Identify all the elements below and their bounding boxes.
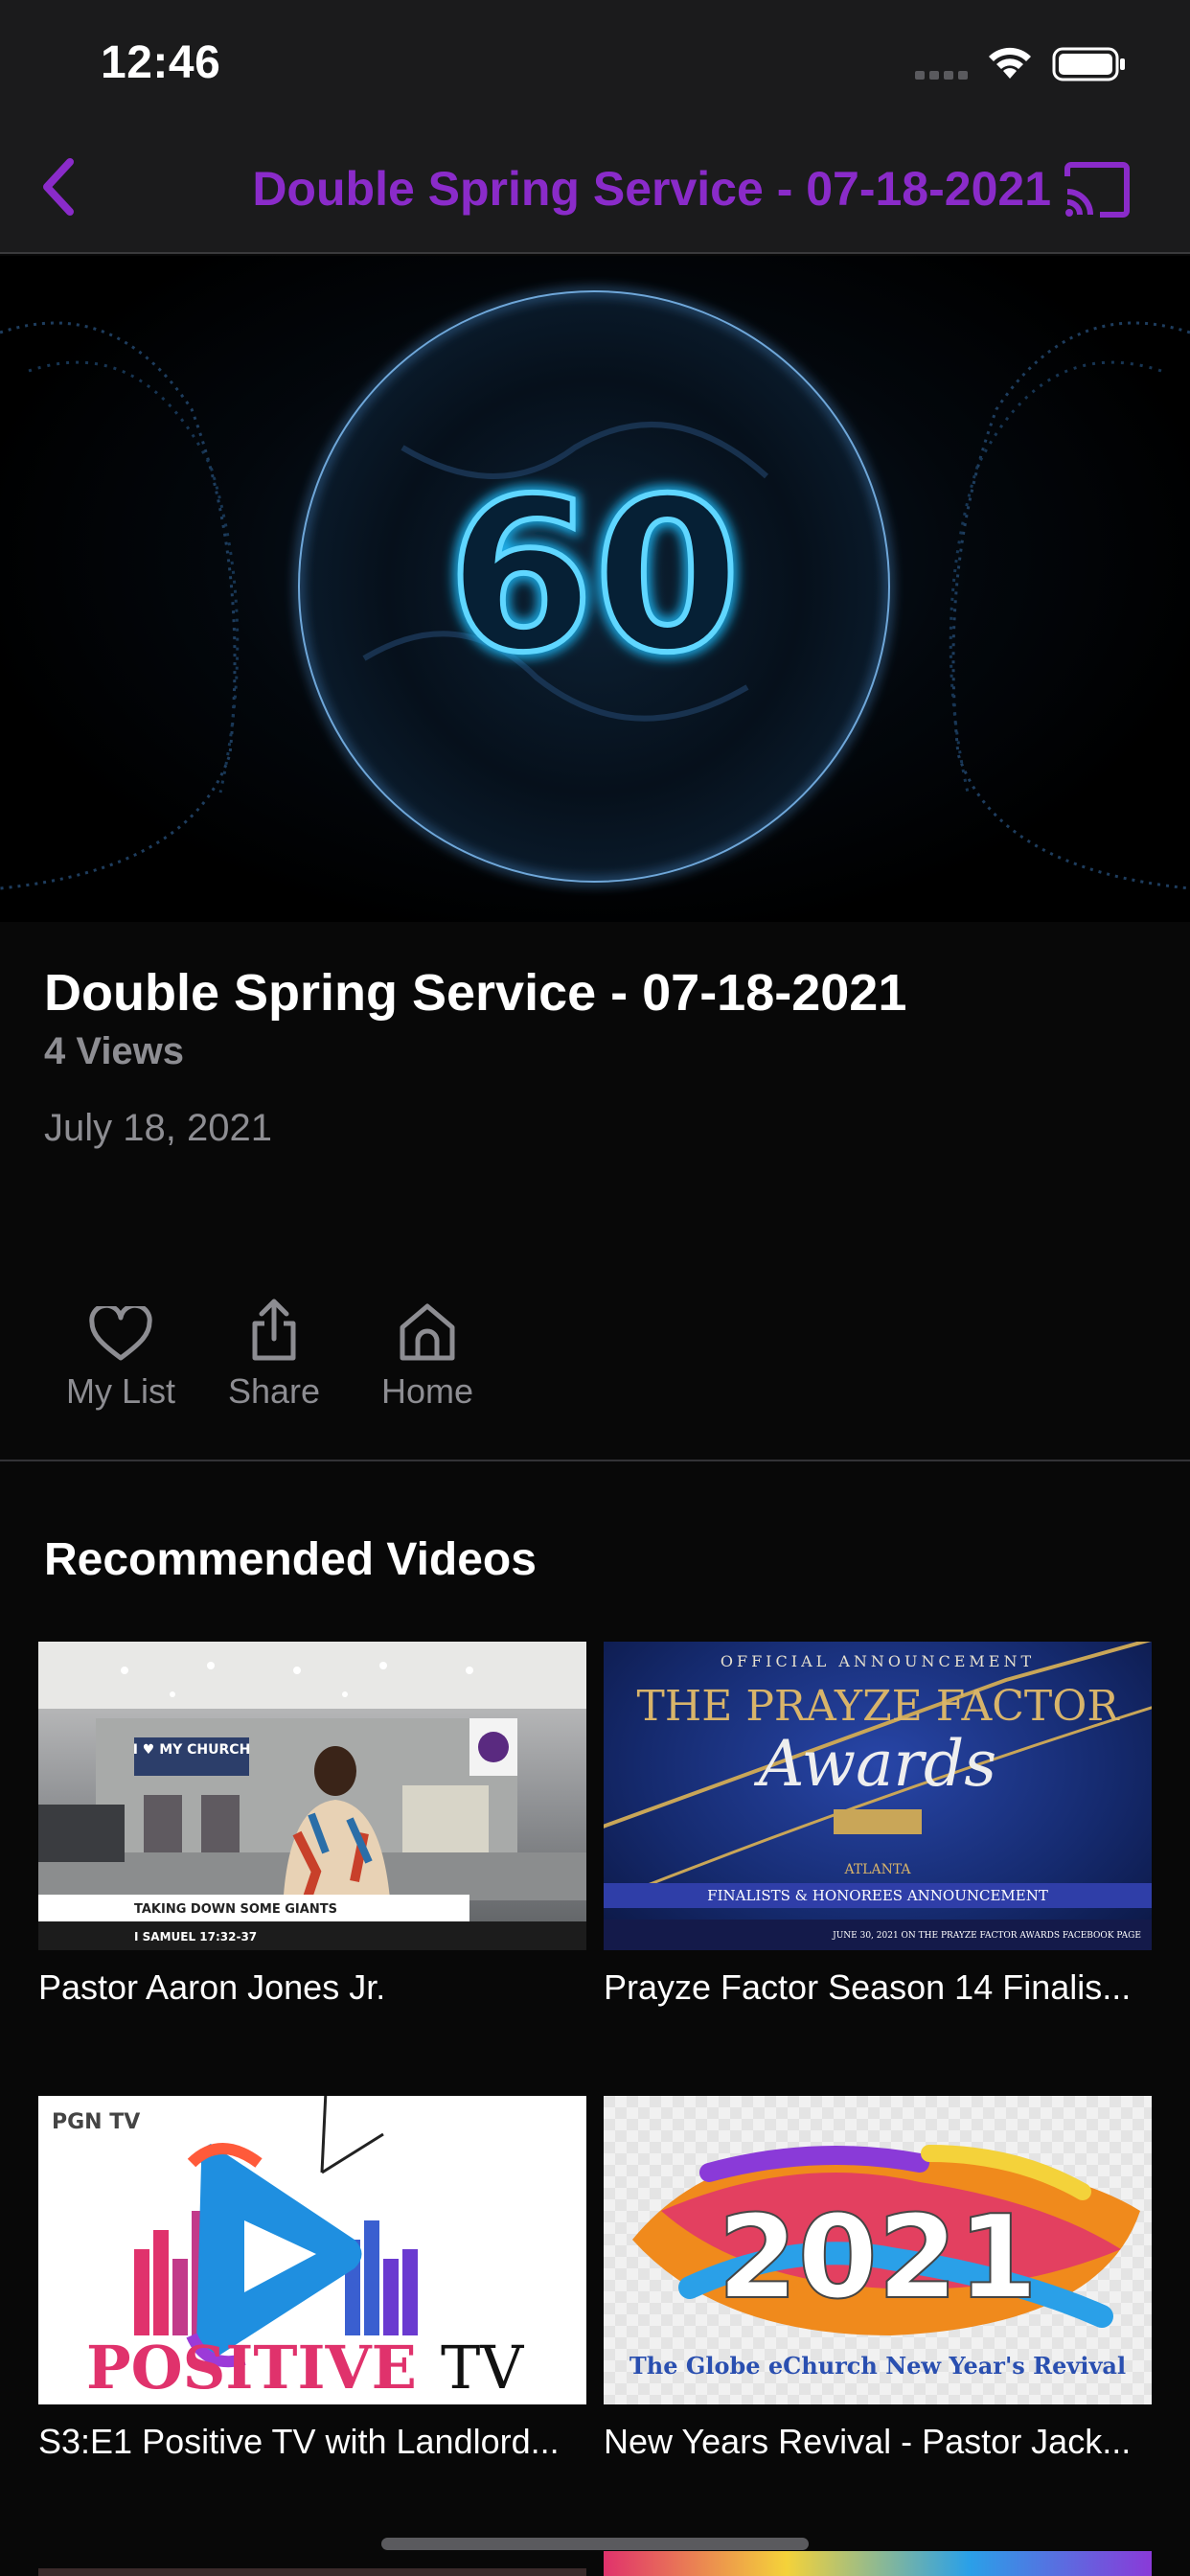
chevron-left-icon xyxy=(43,158,74,216)
city-label: ATLANTA xyxy=(843,1862,911,1877)
revival-subtitle: The Globe eChurch New Year's Revival xyxy=(629,2352,1126,2380)
cast-button[interactable] xyxy=(1062,159,1133,220)
recommended-video-card[interactable]: OFFICIAL ANNOUNCEMENT THE PRAYZE FACTOR … xyxy=(604,1642,1152,2008)
video-thumbnail: OFFICIAL ANNOUNCEMENT THE PRAYZE FACTOR … xyxy=(604,1642,1152,1950)
year-text: 2021 xyxy=(718,2192,1038,2325)
video-player[interactable]: 60 60 xyxy=(0,256,1190,922)
cellular-signal-icon xyxy=(915,71,968,80)
announcement-label: OFFICIAL ANNOUNCEMENT xyxy=(721,1652,1035,1670)
video-card-title: Prayze Factor Season 14 Finalis... xyxy=(604,1967,1132,2007)
share-icon xyxy=(252,1299,296,1361)
video-thumbnail: 2021 The Globe eChurch New Year's Reviva… xyxy=(604,2096,1152,2404)
pgn-tv-brand: PGN TV xyxy=(52,2110,140,2134)
video-card-title: Pastor Aaron Jones Jr. xyxy=(38,1967,386,2007)
announcement-footer: JUNE 30, 2021 ON THE PRAYZE FACTOR AWARD… xyxy=(832,1931,1141,1941)
prayze-factor-heading: THE PRAYZE FACTOR xyxy=(637,1682,1121,1731)
publish-date: July 18, 2021 xyxy=(44,1107,272,1149)
video-title: Double Spring Service - 07-18-2021 xyxy=(44,964,907,1022)
home-icon xyxy=(400,1303,455,1361)
share-label: Share xyxy=(227,1371,321,1411)
video-thumbnail: PGN TV POSITIVE TV xyxy=(38,2096,586,2404)
awards-script: Awards xyxy=(753,1727,996,1801)
video-thumbnail: I ♥ MY CHURCH TAKING DOWN SOME GIANTS I … xyxy=(38,1642,586,1950)
church-banner-text: I ♥ MY CHURCH xyxy=(133,1742,251,1758)
home-indicator[interactable] xyxy=(381,2538,809,2550)
heart-icon xyxy=(89,1306,152,1361)
positive-logo-text: POSITIVE xyxy=(86,2333,417,2403)
share-button[interactable]: Share xyxy=(197,1299,351,1412)
wifi-icon xyxy=(989,47,1031,79)
tv-logo-text: TV xyxy=(441,2333,524,2403)
video-card-title: New Years Revival - Pastor Jack... xyxy=(604,2422,1132,2461)
next-row-thumbnail-peek xyxy=(38,2568,586,2576)
section-divider xyxy=(0,1460,1190,1461)
back-button[interactable] xyxy=(29,153,86,220)
video-card-title: S3:E1 Positive TV with Landlord... xyxy=(38,2422,560,2461)
sermon-caption: TAKING DOWN SOME GIANTS xyxy=(134,1902,337,1917)
finalists-strip: FINALISTS & HONOREES ANNOUNCEMENT xyxy=(707,1887,1048,1904)
battery-icon xyxy=(1052,47,1125,81)
countdown-artwork: 60 60 xyxy=(0,288,1190,890)
next-row-thumbnail-peek xyxy=(604,2551,1152,2576)
sermon-scripture: I SAMUEL 17:32-37 xyxy=(134,1930,257,1944)
view-count: 4 Views xyxy=(44,1030,185,1072)
recommended-video-card[interactable]: I ♥ MY CHURCH TAKING DOWN SOME GIANTS I … xyxy=(38,1642,586,2008)
action-bar: My List Share Home xyxy=(44,1299,504,1412)
home-label: Home xyxy=(380,1371,474,1411)
cast-icon xyxy=(1064,162,1130,218)
my-list-label: My List xyxy=(65,1371,175,1411)
recommended-heading: Recommended Videos xyxy=(44,1534,537,1585)
countdown-number: 60 xyxy=(447,453,741,699)
my-list-button[interactable]: My List xyxy=(44,1299,197,1412)
status-time: 12:46 xyxy=(101,37,221,88)
nav-title: Double Spring Service - 07-18-2021 xyxy=(252,162,1051,216)
home-button[interactable]: Home xyxy=(351,1299,504,1412)
navigation-bar: 12:46 Double Spring Service - 07-18-2021 xyxy=(0,0,1190,254)
recommended-video-card[interactable]: PGN TV POSITIVE TV S3:E1 Positive TV wit… xyxy=(38,2096,586,2462)
recommended-video-card[interactable]: 2021 The Globe eChurch New Year's Reviva… xyxy=(604,2096,1152,2462)
